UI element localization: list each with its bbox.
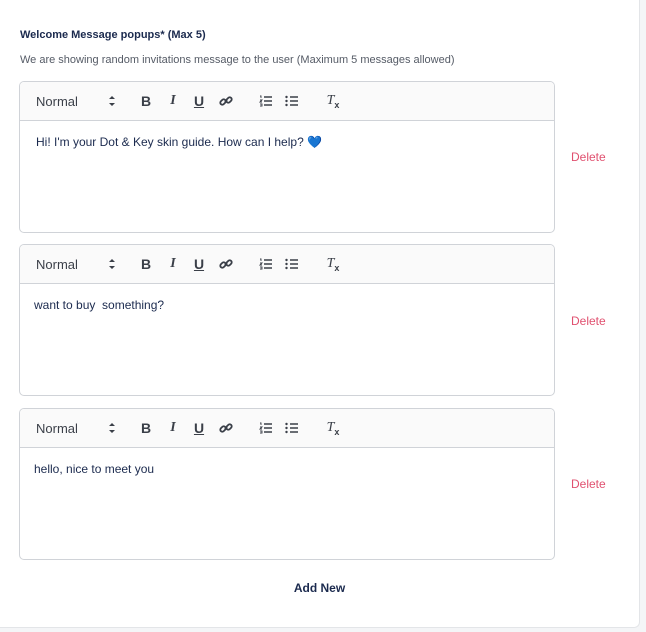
bold-button[interactable]: B bbox=[136, 254, 156, 274]
clear-format-sub: x bbox=[334, 99, 340, 110]
clear-format-sub: x bbox=[334, 262, 340, 273]
italic-icon: I bbox=[170, 256, 176, 271]
italic-button[interactable]: I bbox=[163, 418, 183, 438]
underline-button[interactable]: U bbox=[189, 418, 209, 438]
ordered-list-button[interactable] bbox=[256, 254, 276, 274]
link-button[interactable] bbox=[216, 91, 236, 111]
clear-format-icon: Tx bbox=[327, 93, 340, 110]
ordered-list-button[interactable] bbox=[256, 418, 276, 438]
bold-button[interactable]: B bbox=[136, 418, 156, 438]
delete-button-1[interactable]: Delete bbox=[571, 150, 606, 164]
section-title: Welcome Message popups* (Max 5) bbox=[20, 29, 206, 41]
underline-icon: U bbox=[193, 93, 205, 109]
select-arrows-icon bbox=[109, 259, 115, 269]
bullet-list-icon bbox=[285, 422, 298, 434]
select-arrows-icon bbox=[109, 423, 115, 433]
ordered-list-icon bbox=[259, 95, 272, 107]
italic-icon: I bbox=[170, 420, 176, 435]
format-select[interactable]: Normal bbox=[34, 92, 116, 110]
delete-button-2[interactable]: Delete bbox=[571, 314, 606, 328]
clear-format-button[interactable]: Tx bbox=[323, 418, 343, 438]
message-text-area[interactable]: Hi! I'm your Dot & Key skin guide. How c… bbox=[20, 121, 554, 163]
bullet-list-icon bbox=[285, 95, 298, 107]
clear-format-sub: x bbox=[334, 426, 340, 437]
ordered-list-button[interactable] bbox=[256, 91, 276, 111]
bullet-list-button[interactable] bbox=[282, 254, 302, 274]
bold-icon: B bbox=[140, 93, 152, 109]
underline-button[interactable]: U bbox=[189, 91, 209, 111]
bold-icon: B bbox=[140, 256, 152, 272]
message-text-area[interactable]: hello, nice to meet you bbox=[20, 448, 554, 490]
link-icon bbox=[219, 96, 233, 106]
italic-button[interactable]: I bbox=[163, 254, 183, 274]
underline-icon: U bbox=[193, 256, 205, 272]
format-select-value: Normal bbox=[36, 257, 78, 272]
bullet-list-icon bbox=[285, 258, 298, 270]
message-editor-1: Normal B I U Tx Hi! I'm your Dot & Key s… bbox=[19, 81, 555, 233]
format-select-value: Normal bbox=[36, 421, 78, 436]
delete-button-3[interactable]: Delete bbox=[571, 477, 606, 491]
link-button[interactable] bbox=[216, 418, 236, 438]
add-new-button[interactable]: Add New bbox=[0, 581, 639, 595]
bullet-list-button[interactable] bbox=[282, 418, 302, 438]
format-select[interactable]: Normal bbox=[34, 255, 116, 273]
clear-format-icon: Tx bbox=[327, 420, 340, 437]
format-select-value: Normal bbox=[36, 94, 78, 109]
link-icon bbox=[219, 259, 233, 269]
clear-format-button[interactable]: Tx bbox=[323, 91, 343, 111]
message-editor-2: Normal B I U Tx want to buy something? bbox=[19, 244, 555, 396]
message-text: Hi! I'm your Dot & Key skin guide. How c… bbox=[36, 135, 308, 149]
blue-heart-emoji: 💙 bbox=[307, 135, 323, 149]
message-text: hello, nice to meet you bbox=[34, 462, 155, 476]
bold-button[interactable]: B bbox=[136, 91, 156, 111]
link-button[interactable] bbox=[216, 254, 236, 274]
editor-toolbar: Normal B I U Tx bbox=[20, 409, 554, 448]
underline-button[interactable]: U bbox=[189, 254, 209, 274]
clear-format-icon: Tx bbox=[327, 256, 340, 273]
link-icon bbox=[219, 423, 233, 433]
bold-icon: B bbox=[140, 420, 152, 436]
ordered-list-icon bbox=[259, 258, 272, 270]
message-text: want to buy something? bbox=[34, 298, 165, 312]
italic-button[interactable]: I bbox=[163, 91, 183, 111]
message-text-area[interactable]: want to buy something? bbox=[20, 284, 554, 326]
clear-format-button[interactable]: Tx bbox=[323, 254, 343, 274]
editor-toolbar: Normal B I U Tx bbox=[20, 82, 554, 121]
select-arrows-icon bbox=[109, 96, 115, 106]
ordered-list-icon bbox=[259, 422, 272, 434]
italic-icon: I bbox=[170, 93, 176, 108]
section-description: We are showing random invitations messag… bbox=[20, 54, 455, 66]
welcome-messages-card: Welcome Message popups* (Max 5) We are s… bbox=[0, 0, 640, 628]
editor-toolbar: Normal B I U Tx bbox=[20, 245, 554, 284]
format-select[interactable]: Normal bbox=[34, 419, 116, 437]
bullet-list-button[interactable] bbox=[282, 91, 302, 111]
message-editor-3: Normal B I U Tx hello, nice to meet you bbox=[19, 408, 555, 560]
underline-icon: U bbox=[193, 420, 205, 436]
